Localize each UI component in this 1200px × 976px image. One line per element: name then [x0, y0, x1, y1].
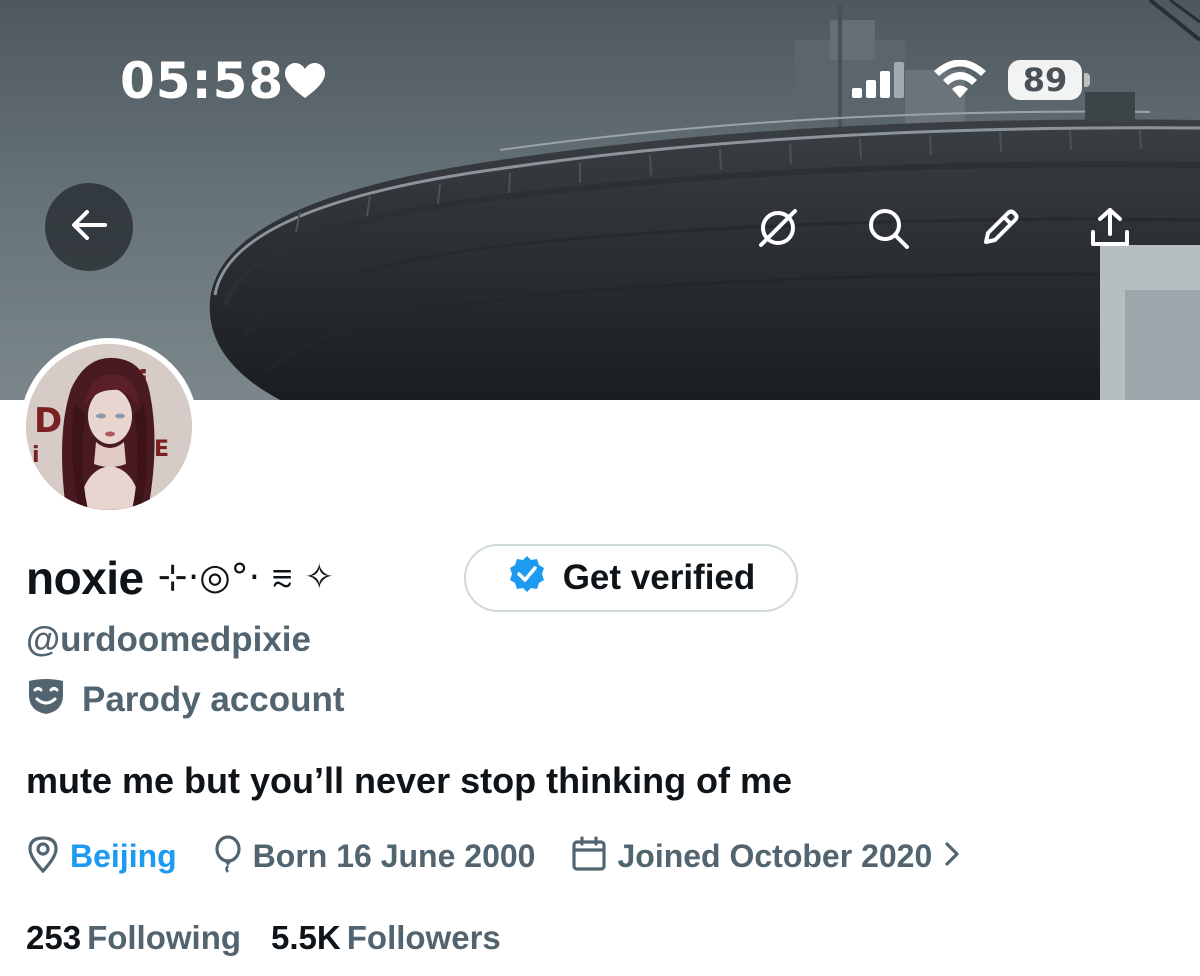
avatar-image: D i i E [26, 344, 192, 510]
battery-nub [1084, 73, 1090, 87]
following-label: Following [87, 919, 242, 956]
parody-label: Parody account [26, 678, 345, 721]
join-date[interactable]: Joined October 2020 [571, 835, 962, 877]
status-time: 05:58 [120, 52, 285, 110]
location-pin-icon [26, 835, 60, 878]
get-verified-label: Get verified [562, 558, 756, 597]
heart-icon [284, 62, 326, 105]
verified-badge-icon [507, 554, 547, 603]
user-handle: @urdoomedpixie [26, 620, 311, 659]
chevron-right-icon [942, 839, 962, 874]
location-link[interactable]: Beijing [70, 838, 177, 875]
following-stat[interactable]: 253 Following [26, 919, 241, 957]
profile-banner[interactable]: 05:58 89 [0, 0, 1200, 400]
bio: mute me but you’ll never stop thinking o… [26, 760, 793, 801]
search-icon [866, 206, 910, 255]
cellular-signal-icon [852, 62, 908, 103]
share-button[interactable] [1072, 192, 1148, 268]
location[interactable]: Beijing [26, 835, 177, 878]
share-icon [1088, 206, 1132, 255]
profile-page: 05:58 89 D i E noxie ⊹·◎°· ⩳ ✧ Get verif… [0, 0, 1200, 976]
back-button[interactable] [45, 183, 133, 271]
theater-mask-icon [26, 678, 66, 721]
birthday: Born 16 June 2000 [213, 834, 536, 878]
following-count: 253 [26, 919, 82, 956]
search-button[interactable] [850, 192, 926, 268]
birthday-text: Born 16 June 2000 [252, 837, 536, 874]
parody-label-text: Parody account [82, 679, 345, 719]
svg-text:i: i [32, 443, 40, 468]
followers-stat[interactable]: 5.5K Followers [271, 919, 501, 957]
grok-icon [756, 206, 800, 255]
avatar[interactable]: D i i E [20, 338, 198, 516]
followers-label: Followers [346, 919, 501, 956]
join-date-text: Joined October 2020 [617, 837, 933, 874]
battery-icon: 89 [1008, 60, 1082, 100]
name-row: noxie ⊹·◎°· ⩳ ✧ [26, 544, 334, 612]
balloon-icon [213, 834, 243, 878]
edit-button[interactable] [962, 192, 1038, 268]
display-name: noxie [26, 552, 144, 604]
get-verified-button[interactable]: Get verified [464, 544, 798, 612]
svg-text:E: E [154, 437, 169, 462]
svg-text:D: D [34, 401, 62, 441]
followers-count: 5.5K [271, 919, 341, 956]
grok-button[interactable] [740, 192, 816, 268]
name-decoration: ⊹·◎°· ⩳ ✧ [157, 557, 335, 598]
follow-stats: 253 Following 5.5K Followers [26, 916, 531, 960]
profile-meta: Beijing Born 16 June 2000 Joined October… [26, 834, 998, 878]
edit-icon [978, 206, 1022, 255]
back-arrow-icon [69, 209, 109, 246]
calendar-icon [571, 835, 607, 877]
wifi-icon [932, 59, 988, 105]
